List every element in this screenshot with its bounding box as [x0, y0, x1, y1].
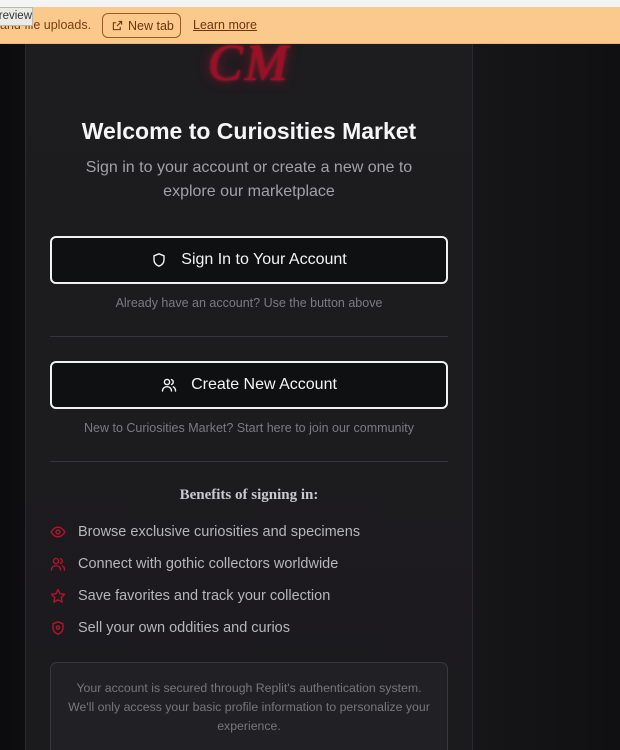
- star-icon: [50, 588, 66, 603]
- shield-icon: [52, 621, 64, 635]
- benefit-item: Save favorites and track your collection: [50, 585, 330, 607]
- sign-in-button[interactable]: Sign In to Your Account: [50, 236, 448, 284]
- benefits-title: Benefits of signing in:: [179, 487, 319, 503]
- divider: [50, 461, 448, 462]
- benefit-item: Sell your own oddities and curios: [50, 617, 290, 639]
- benefit-label: Sell your own oddities and curios: [78, 620, 290, 636]
- external-link-icon: [112, 20, 123, 31]
- page-title: Welcome to Curiosities Market: [81, 118, 417, 144]
- create-account-button[interactable]: Create New Account: [50, 361, 448, 409]
- preview-banner: and file uploads. New tab Learn more: [0, 7, 620, 44]
- learn-more-link[interactable]: Learn more: [193, 18, 257, 32]
- benefit-label: Browse exclusive curiosities and specime…: [78, 524, 361, 540]
- benefit-label: Save favorites and track your collection: [78, 588, 331, 604]
- benefit-item: Browse exclusive curiosities and specime…: [50, 521, 360, 543]
- sign-in-label: Sign In to Your Account: [181, 251, 347, 268]
- users-icon: [50, 557, 66, 571]
- users-icon: [161, 378, 177, 392]
- divider: [50, 336, 448, 337]
- benefit-item: Connect with gothic collectors worldwide: [50, 553, 338, 575]
- security-notice: Your account is secured through Replit's…: [50, 662, 448, 750]
- benefit-label: Connect with gothic collectors worldwide: [78, 556, 339, 572]
- create-account-label: Create New Account: [191, 376, 337, 393]
- preview-tag: Preview: [0, 7, 33, 26]
- sign-in-hint: Already have an account? Use the button …: [115, 296, 383, 310]
- page-subtitle: Sign in to your account or create a new …: [85, 159, 413, 200]
- new-tab-button[interactable]: New tab: [102, 13, 181, 38]
- create-account-hint: New to Curiosities Market? Start here to…: [84, 421, 414, 435]
- new-tab-label: New tab: [128, 18, 174, 33]
- browser-top-edge: [0, 0, 620, 7]
- shield-icon: [153, 253, 165, 267]
- eye-icon: [50, 526, 66, 538]
- security-notice-text: Your account is secured through Replit's…: [68, 681, 430, 733]
